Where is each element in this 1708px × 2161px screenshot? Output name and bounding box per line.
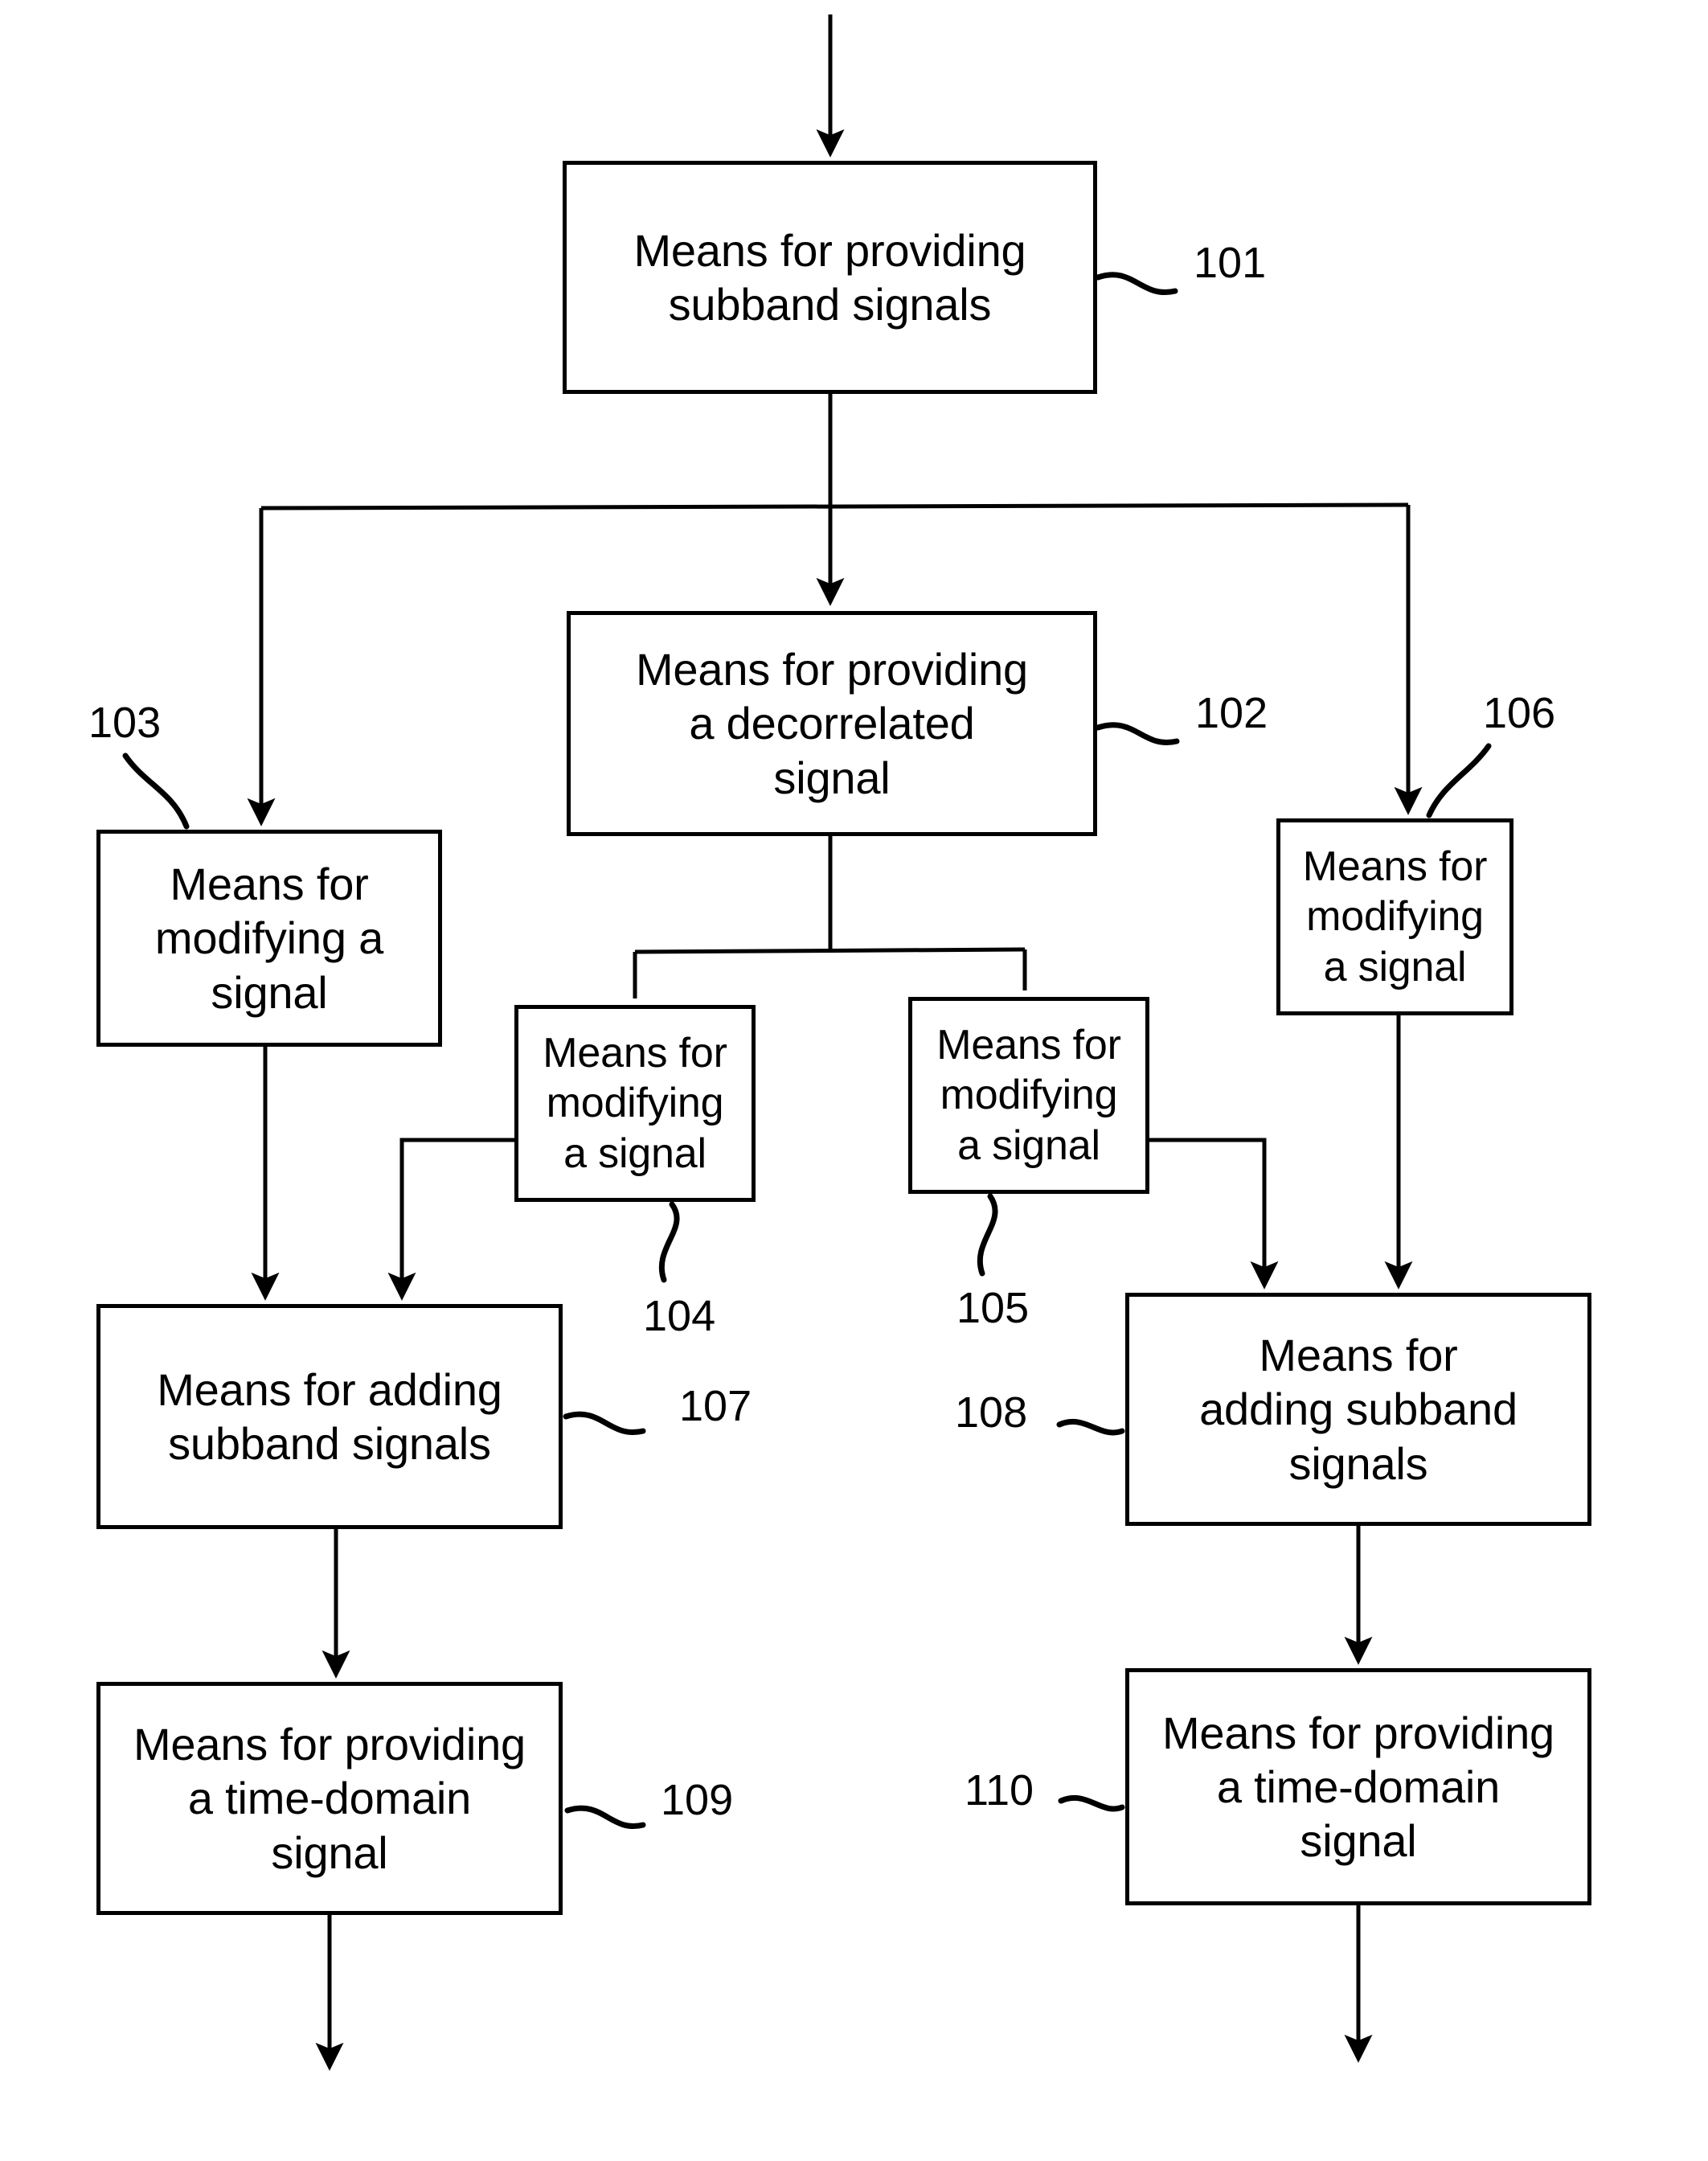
node-105[interactable]: Means for modifying a signal	[908, 997, 1149, 1194]
wire-105-to-108	[1149, 1138, 1279, 1290]
node-109[interactable]: Means for providing a time-domain signal	[96, 1682, 563, 1915]
node-106[interactable]: Means for modifying a signal	[1276, 818, 1513, 1015]
leader-109	[564, 1805, 646, 1829]
node-106-label: Means for modifying a signal	[1302, 843, 1488, 990]
leader-104	[658, 1201, 680, 1283]
leader-110	[1058, 1794, 1125, 1812]
ref-label-108: 108	[955, 1388, 1028, 1437]
node-108[interactable]: Means for adding subband signals	[1125, 1293, 1591, 1526]
wire-104-to-107	[387, 1138, 514, 1301]
ref-label-106: 106	[1483, 689, 1556, 737]
ref-label-107: 107	[679, 1382, 752, 1430]
node-102-label: Means for providing a decorrelated signa…	[635, 644, 1028, 803]
node-110[interactable]: Means for providing a time-domain signal	[1125, 1668, 1591, 1905]
ref-label-105: 105	[956, 1284, 1030, 1332]
node-103[interactable]: Means for modifying a signal	[96, 830, 442, 1047]
leader-107	[563, 1411, 646, 1435]
node-104-label: Means for modifying a signal	[543, 1029, 727, 1177]
node-110-label: Means for providing a time-domain signal	[1161, 1707, 1554, 1867]
node-101[interactable]: Means for providing subband signals	[563, 161, 1097, 394]
ref-label-110: 110	[965, 1766, 1034, 1815]
node-107-label: Means for adding subband signals	[157, 1363, 502, 1469]
node-103-label: Means for modifying a signal	[154, 859, 384, 1018]
bus-101-horizontal	[260, 502, 1409, 511]
node-105-label: Means for modifying a signal	[936, 1021, 1121, 1169]
patent-figure-canvas: Means for providing subband signals Mean…	[0, 0, 1708, 2161]
leader-105	[977, 1193, 998, 1277]
ref-label-103: 103	[88, 699, 162, 747]
node-104[interactable]: Means for modifying a signal	[514, 1005, 756, 1202]
ref-label-102: 102	[1195, 689, 1268, 737]
ref-label-104: 104	[643, 1292, 716, 1340]
leader-103	[122, 752, 190, 830]
node-108-label: Means for adding subband signals	[1199, 1330, 1518, 1489]
ref-label-109: 109	[661, 1776, 734, 1824]
leader-102	[1095, 722, 1180, 745]
node-109-label: Means for providing a time-domain signal	[133, 1719, 526, 1878]
leader-106	[1426, 743, 1492, 818]
leader-108	[1056, 1418, 1125, 1436]
node-107[interactable]: Means for adding subband signals	[96, 1304, 563, 1529]
bus-102-horizontal	[634, 947, 1026, 954]
ref-label-101: 101	[1194, 239, 1267, 287]
leader-101	[1095, 272, 1178, 295]
node-101-label: Means for providing subband signals	[633, 224, 1026, 330]
node-102[interactable]: Means for providing a decorrelated signa…	[567, 611, 1097, 836]
